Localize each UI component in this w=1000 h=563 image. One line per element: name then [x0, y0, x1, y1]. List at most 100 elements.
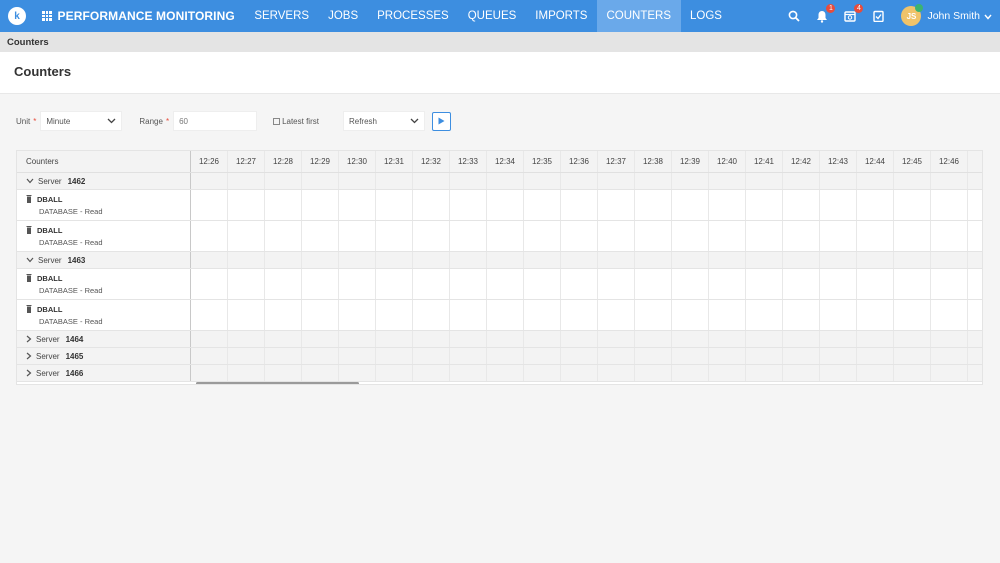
table-cell [820, 300, 857, 330]
table-cell [228, 221, 265, 251]
chevron-down-icon[interactable] [26, 178, 34, 184]
brand-title: PERFORMANCE MONITORING [57, 9, 235, 23]
table-cell [709, 221, 746, 251]
table-cell [635, 365, 672, 381]
table-cell [302, 365, 339, 381]
user-name[interactable]: John Smith [927, 10, 980, 22]
table-cell [450, 173, 487, 189]
calendar-tasks-icon[interactable]: 4 [841, 4, 864, 25]
table-cell [598, 221, 635, 251]
table-cell [339, 252, 376, 268]
server-group-row[interactable]: Server 1464 [17, 331, 982, 348]
chevron-right-icon[interactable] [26, 352, 32, 360]
server-group-label[interactable]: Server 1464 [17, 331, 191, 347]
table-cell [450, 252, 487, 268]
table-cell [450, 331, 487, 347]
nav-item-imports[interactable]: IMPORTS [526, 0, 597, 32]
table-cell [746, 221, 783, 251]
chevron-down-icon[interactable] [26, 257, 34, 263]
clipboard-check-icon[interactable] [869, 7, 887, 25]
table-cell [191, 221, 228, 251]
table-cell [746, 348, 783, 364]
counter-row: DBALL DATABASE - Read [17, 190, 982, 221]
table-cell [487, 348, 524, 364]
nav-item-processes[interactable]: PROCESSES [368, 0, 459, 32]
server-group-row[interactable]: Server 1465 [17, 348, 982, 365]
counter-description: DATABASE - Read [39, 316, 103, 326]
nav-item-queues[interactable]: QUEUES [458, 0, 526, 32]
table-cell [931, 190, 968, 220]
app-logo[interactable]: k [8, 7, 26, 25]
table-cell [783, 221, 820, 251]
table-cell [339, 331, 376, 347]
unit-select[interactable]: Minute [40, 111, 123, 131]
chevron-right-icon[interactable] [26, 335, 32, 343]
counter-description: DATABASE - Read [39, 206, 103, 216]
server-group-label[interactable]: Server 1463 [17, 252, 191, 268]
column-header-counters: Counters [17, 151, 191, 172]
column-header-time: 12:31 [376, 151, 413, 172]
table-cell [746, 190, 783, 220]
notifications-bell-icon[interactable]: 1 [813, 4, 836, 25]
run-button[interactable] [431, 111, 451, 131]
breadcrumb[interactable]: Counters [0, 32, 1000, 52]
table-cell [598, 365, 635, 381]
chevron-right-icon[interactable] [26, 369, 32, 377]
table-cell [672, 348, 709, 364]
notifications-badge: 1 [826, 4, 836, 13]
counter-row: DBALL DATABASE - Read [17, 269, 982, 300]
table-cell [709, 365, 746, 381]
refresh-select[interactable]: Refresh [342, 111, 425, 131]
nav-item-counters[interactable]: COUNTERS [596, 0, 681, 32]
chevron-down-icon[interactable] [984, 7, 992, 25]
user-avatar[interactable]: JS [901, 4, 924, 26]
server-group-label[interactable]: Server 1462 [17, 173, 191, 189]
table-cell [820, 269, 857, 299]
unit-label: Unit [16, 116, 31, 126]
nav-item-jobs[interactable]: JOBS [319, 0, 368, 32]
trash-icon[interactable] [26, 273, 32, 284]
page-title: Counters [14, 64, 72, 79]
server-group-row[interactable]: Server 1463 [17, 252, 982, 269]
checkbox-box[interactable] [273, 117, 281, 125]
table-cell [228, 173, 265, 189]
latest-first-checkbox[interactable]: Latest first [273, 117, 319, 126]
server-group-label[interactable]: Server 1466 [17, 365, 191, 381]
server-group-label[interactable]: Server 1465 [17, 348, 191, 364]
nav-item-logs[interactable]: LOGS [681, 0, 732, 32]
table-cell [968, 348, 982, 364]
trash-icon[interactable] [26, 304, 32, 315]
horizontal-scrollbar[interactable] [196, 382, 359, 384]
server-id: 1465 [65, 351, 84, 361]
trash-icon[interactable] [26, 194, 32, 205]
table-cell [746, 252, 783, 268]
table-cell [894, 365, 931, 381]
tasks-badge: 4 [854, 4, 864, 13]
table-cell [524, 300, 561, 330]
server-group-row[interactable]: Server 1462 [17, 173, 982, 190]
table-cell [783, 269, 820, 299]
table-cell [635, 173, 672, 189]
table-cell [487, 365, 524, 381]
table-cell [487, 221, 524, 251]
search-icon[interactable] [785, 7, 803, 25]
table-cell [968, 173, 982, 189]
table-cell [450, 365, 487, 381]
app-brand[interactable]: PERFORMANCE MONITORING [42, 9, 235, 23]
table-cell [894, 348, 931, 364]
table-cell [265, 252, 302, 268]
table-cell [783, 331, 820, 347]
table-cell [265, 173, 302, 189]
table-cell [413, 348, 450, 364]
table-cell [191, 190, 228, 220]
table-cell [672, 190, 709, 220]
range-input[interactable]: 60 [173, 111, 258, 131]
server-group-row[interactable]: Server 1466 [17, 365, 982, 382]
trash-icon[interactable] [26, 225, 32, 236]
column-header-time: 12:34 [487, 151, 524, 172]
nav-item-servers[interactable]: SERVERS [245, 0, 319, 32]
table-cell [931, 300, 968, 330]
table-cell [598, 269, 635, 299]
table-cell [302, 300, 339, 330]
table-cell [561, 190, 598, 220]
